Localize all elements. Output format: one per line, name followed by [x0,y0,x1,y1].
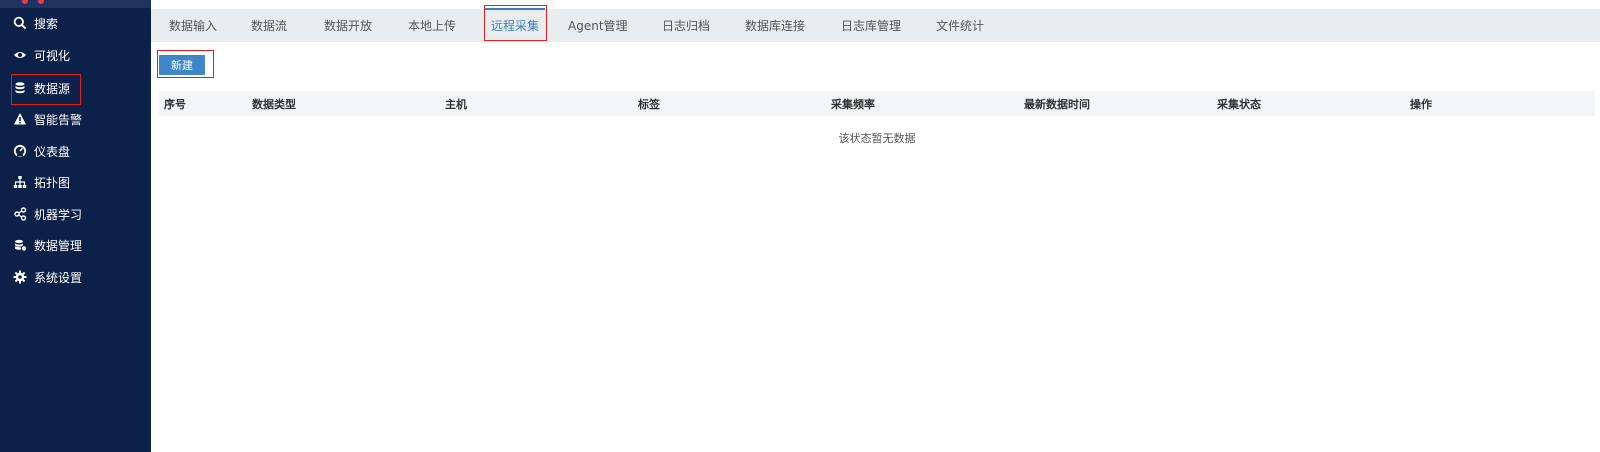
database-icon [13,81,27,95]
sidebar-item-label: 搜索 [34,16,59,31]
sidebar-item-label: 系统设置 [34,270,83,285]
sidebar-item-label: 数据源 [34,81,71,96]
tab-log-store-management[interactable]: 日志库管理 [841,9,901,42]
tab-data-input[interactable]: 数据输入 [169,9,217,42]
tab-file-statistics[interactable]: 文件统计 [936,9,984,42]
sidebar-item-visualization[interactable]: 可视化 [0,40,151,70]
column-header-tag[interactable]: 标签 [638,91,660,116]
column-header-host[interactable]: 主机 [445,91,467,116]
column-header-status[interactable]: 采集状态 [1217,91,1261,116]
tab-log-archive[interactable]: 日志归档 [662,9,710,42]
nodes-icon [13,207,27,221]
sidebar-item-datasource[interactable]: 数据源 [0,73,151,103]
table-header: 序号 数据类型 主机 标签 采集频率 最新数据时间 采集状态 操作 [159,91,1595,116]
sidebar-item-search[interactable]: 搜索 [0,8,151,38]
sidebar-item-label: 数据管理 [34,238,83,253]
empty-state-text: 该状态暂无数据 [838,132,916,145]
app-window: 搜索 可视化 数据源 智能告警 仪表盘 拓扑图 机器学习 数据管理 系统设置 数… [0,0,1600,452]
column-header-frequency[interactable]: 采集频率 [831,91,875,116]
tab-agent-management[interactable]: Agent管理 [568,9,628,42]
warning-icon [13,112,27,126]
sidebar-item-label: 可视化 [34,48,71,63]
sidebar-item-dashboard[interactable]: 仪表盘 [0,136,151,166]
sidebar-item-label: 智能告警 [34,112,83,127]
sidebar-item-label: 拓扑图 [34,175,71,190]
tab-db-connection[interactable]: 数据库连接 [745,9,805,42]
tab-bar: 数据输入 数据流 数据开放 本地上传 远程采集 Agent管理 日志归档 数据库… [151,9,1600,42]
sidebar-item-settings[interactable]: 系统设置 [0,262,151,292]
gear-icon [13,270,27,284]
data-manage-icon [13,238,27,252]
tab-data-open[interactable]: 数据开放 [324,9,372,42]
eye-icon [13,48,27,62]
sidebar: 搜索 可视化 数据源 智能告警 仪表盘 拓扑图 机器学习 数据管理 系统设置 [0,0,151,452]
tab-local-upload[interactable]: 本地上传 [408,9,456,42]
top-strip [151,0,1600,9]
column-header-data-type[interactable]: 数据类型 [252,91,296,116]
main-content: 数据输入 数据流 数据开放 本地上传 远程采集 Agent管理 日志归档 数据库… [151,0,1600,452]
sidebar-item-label: 机器学习 [34,207,83,222]
sidebar-item-label: 仪表盘 [34,144,71,159]
new-button[interactable]: 新建 [159,55,205,75]
search-icon [13,16,27,30]
column-header-actions[interactable]: 操作 [1410,91,1432,116]
tab-remote-collect[interactable]: 远程采集 [491,9,539,42]
sidebar-logo-strip [0,0,151,8]
logo-dot-icon [22,0,28,4]
column-header-index[interactable]: 序号 [164,91,186,116]
sidebar-item-data-management[interactable]: 数据管理 [0,230,151,260]
tab-data-stream[interactable]: 数据流 [251,9,287,42]
sidebar-item-machine-learning[interactable]: 机器学习 [0,199,151,229]
column-header-latest-time[interactable]: 最新数据时间 [1024,91,1090,116]
gauge-icon [13,144,27,158]
sidebar-item-topology[interactable]: 拓扑图 [0,167,151,197]
sitemap-icon [13,175,27,189]
active-tab-indicator [485,8,545,10]
sidebar-item-alert[interactable]: 智能告警 [0,104,151,134]
logo-dot-icon [38,0,44,4]
